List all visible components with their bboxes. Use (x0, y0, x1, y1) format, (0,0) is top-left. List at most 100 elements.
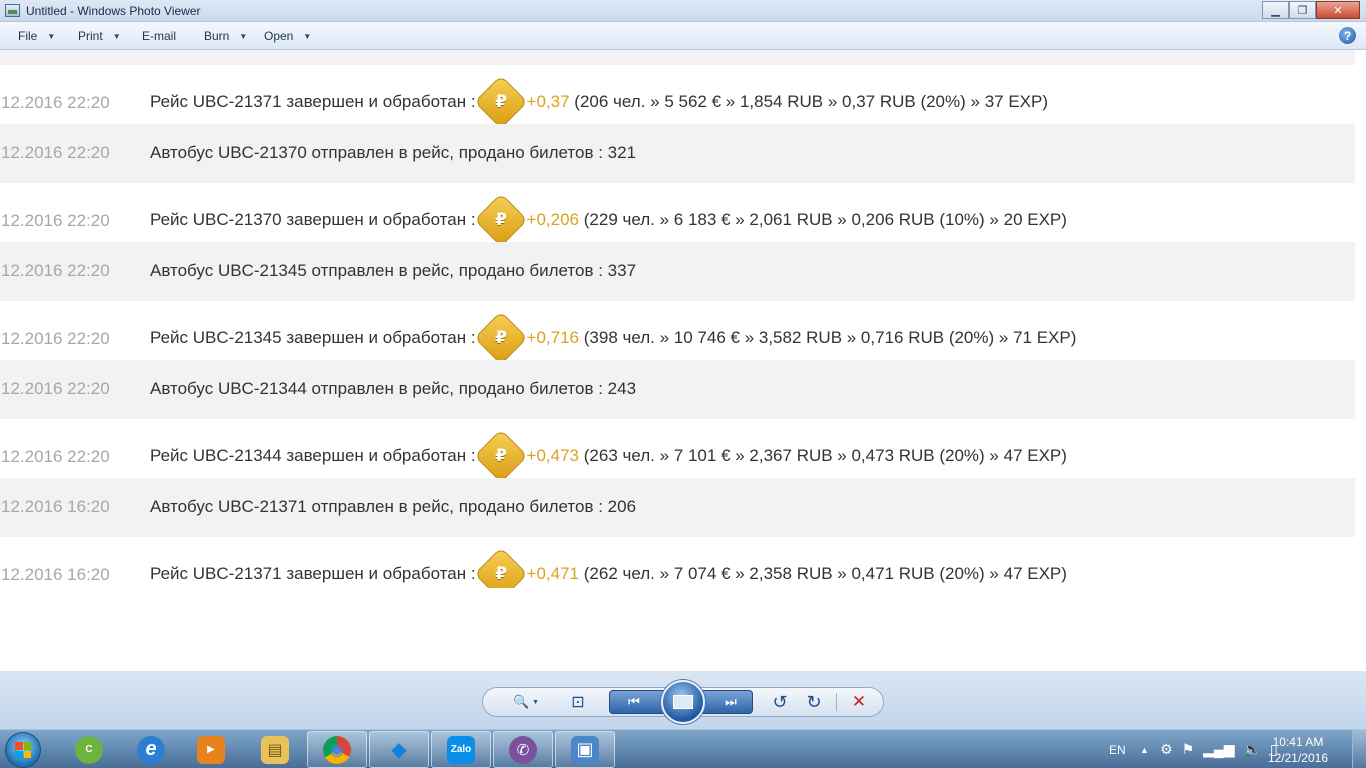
zalo-icon: Zalo (447, 735, 475, 764)
media-player-icon: ▶ (197, 735, 225, 764)
internet-explorer-icon: e (137, 735, 165, 764)
title-bar: Untitled - Windows Photo Viewer ▁ ❐ ✕ (0, 0, 1366, 22)
feed-text: Рейс UBC-21345 завершен и обработан : (150, 328, 476, 347)
help-icon[interactable]: ? (1339, 27, 1356, 44)
feed-row: 12.2016 22:20 Рейс UBC-21370 завершен и … (0, 190, 1355, 249)
feed-detail: (263 чел. » 7 101 € » 2,367 RUB » 0,473 … (583, 446, 1067, 465)
network-settings-icon[interactable]: ⚙ (1160, 741, 1173, 758)
chevron-down-icon: ▼ (303, 31, 312, 41)
taskbar-media-player[interactable]: ▶ (181, 731, 241, 768)
chevron-down-icon: ▼ (239, 31, 248, 41)
system-clock[interactable]: 10:41 AM 12/21/2016 (1268, 734, 1328, 766)
previous-button[interactable]: ⏮ (614, 690, 654, 714)
menu-print[interactable]: Print ▼ (78, 29, 121, 43)
feed-message: Автобус UBC-21370 отправлен в рейс, прод… (150, 143, 637, 162)
feed-text: Рейс UBC-21371 завершен и обработан : (150, 92, 476, 111)
ruble-coin-icon: ₽ (473, 547, 528, 588)
window-title: Untitled - Windows Photo Viewer (26, 4, 201, 18)
feed-time: 12.2016 22:20 (1, 143, 110, 162)
taskbar-photo-viewer[interactable]: ▣ (555, 731, 615, 768)
feed-time: 12.2016 22:20 (1, 93, 110, 112)
feed-detail: (398 чел. » 10 746 € » 3,582 RUB » 0,716… (583, 328, 1077, 347)
feed-time: 12.2016 16:20 (1, 497, 110, 516)
window-controls: ▁ ❐ ✕ (1262, 1, 1360, 19)
feed-detail: (206 чел. » 5 562 € » 1,854 RUB » 0,37 R… (574, 92, 1048, 111)
menu-email[interactable]: E-mail (142, 29, 176, 43)
feed-row: 12.2016 16:20 Рейс UBC-21371 завершен и … (0, 544, 1355, 588)
clock-time: 10:41 AM (1272, 735, 1324, 749)
feed-text: Рейс UBC-21344 завершен и обработан : (150, 446, 476, 465)
feed-gain: +0,37 (526, 92, 570, 111)
menu-open[interactable]: Open ▼ (264, 29, 311, 43)
photo-viewer-icon: ▣ (571, 735, 599, 764)
feed-gain: +0,471 (526, 564, 580, 583)
feed-gain: +0,206 (526, 210, 580, 229)
feed-detail: (229 чел. » 6 183 € » 2,061 RUB » 0,206 … (583, 210, 1067, 229)
action-center-flag-icon[interactable]: ⚑ (1182, 741, 1195, 758)
feed-message: Рейс UBC-21371 завершен и обработан : ₽ … (150, 547, 1067, 588)
folder-icon: ▤ (261, 735, 289, 764)
delete-button[interactable]: ✕ (845, 687, 873, 717)
menu-burn[interactable]: Burn ▼ (204, 29, 247, 43)
feed-time: 12.2016 22:20 (1, 329, 110, 348)
actual-size-button[interactable]: ⊡ (562, 687, 594, 717)
ruble-coin-icon: ₽ (473, 429, 528, 483)
feed-time: 12.2016 22:20 (1, 261, 110, 280)
taskbar-viber[interactable]: ✆ (493, 731, 553, 768)
menu-file[interactable]: File ▼ (18, 29, 55, 43)
viber-icon: ✆ (509, 735, 537, 764)
taskbar-coccoc[interactable]: C (59, 731, 119, 768)
ruble-coin-icon: ₽ (473, 75, 528, 129)
rotate-clockwise-button[interactable]: ↻ (800, 687, 828, 717)
feed-row: 12.2016 22:20 Автобус UBC-21344 отправле… (0, 360, 1355, 419)
image-viewport: 12.2016 22:20 Рейс UBC-21371 завершен и … (0, 50, 1366, 671)
feed-row: 12.2016 22:20 Рейс UBC-21371 завершен и … (0, 72, 1355, 131)
language-indicator[interactable]: EN (1109, 730, 1126, 768)
viewer-control-bar: 🔍 ▼ ⊡ ⏮ ⏭ ↺ ↻ ✕ (0, 671, 1366, 729)
feed-message: Автобус UBC-21344 отправлен в рейс, прод… (150, 379, 637, 398)
slideshow-icon (673, 695, 693, 709)
feed-message: Рейс UBC-21344 завершен и обработан : ₽ … (150, 429, 1067, 483)
ruble-coin-icon: ₽ (473, 193, 528, 247)
start-button[interactable] (5, 732, 41, 768)
feed-time: 12.2016 22:20 (1, 379, 110, 398)
control-divider (836, 693, 837, 711)
taskbar-internet-explorer[interactable]: e (121, 731, 181, 768)
show-hidden-icons-chevron-up-icon[interactable]: ▲ (1140, 730, 1149, 768)
menu-print-label: Print (78, 29, 103, 43)
menu-burn-label: Burn (204, 29, 230, 43)
close-button[interactable]: ✕ (1316, 1, 1360, 19)
coccoc-icon: C (75, 735, 103, 764)
show-desktop-button[interactable] (1352, 730, 1366, 768)
feed-time: 12.2016 22:20 (1, 211, 110, 230)
taskbar-zalo[interactable]: Zalo (431, 731, 491, 768)
slideshow-button[interactable] (661, 680, 705, 724)
taskbar-file-explorer[interactable]: ▤ (245, 731, 305, 768)
clock-date: 12/21/2016 (1267, 751, 1328, 765)
volume-icon[interactable]: 🔈 (1244, 741, 1261, 758)
feed-message: Рейс UBC-21345 завершен и обработан : ₽ … (150, 311, 1077, 365)
feed-text: Рейс UBC-21370 завершен и обработан : (150, 210, 476, 229)
zoom-button[interactable]: 🔍 ▼ (506, 687, 546, 717)
feed-row: 12.2016 22:20 Рейс UBC-21344 завершен и … (0, 426, 1355, 485)
chrome-icon: ◉ (323, 735, 351, 764)
menu-open-label: Open (264, 29, 294, 43)
next-button[interactable]: ⏭ (711, 690, 751, 714)
taskbar-dropbox[interactable]: ◆ (369, 731, 429, 768)
next-icon: ⏭ (725, 694, 737, 709)
minimize-button[interactable]: ▁ (1262, 1, 1289, 19)
rotate-counterclockwise-button[interactable]: ↺ (766, 687, 794, 717)
taskbar-chrome[interactable]: ◉ (307, 731, 367, 768)
taskbar: C e ▶ ▤ ◉ ◆ Zalo ✆ ▣ EN ▲ ⚙ ⚑ ▂▄▆ 🔈 ▯ 10… (0, 729, 1366, 768)
rotate-cw-icon: ↻ (806, 691, 822, 712)
signal-bars-icon[interactable]: ▂▄▆ (1203, 741, 1234, 758)
feed-top-strip (0, 50, 1355, 65)
fit-to-window-icon: ⊡ (571, 694, 585, 711)
feed-row: 12.2016 22:20 Автобус UBC-21370 отправле… (0, 124, 1355, 183)
menu-email-label: E-mail (142, 29, 177, 43)
feed-text: Рейс UBC-21371 завершен и обработан : (150, 564, 476, 583)
photo-viewer-app-icon (5, 4, 20, 17)
feed-row: 12.2016 22:20 Рейс UBC-21345 завершен и … (0, 308, 1355, 367)
feed-row: 12.2016 16:20 Автобус UBC-21371 отправле… (0, 478, 1355, 537)
maximize-button[interactable]: ❐ (1289, 1, 1316, 19)
